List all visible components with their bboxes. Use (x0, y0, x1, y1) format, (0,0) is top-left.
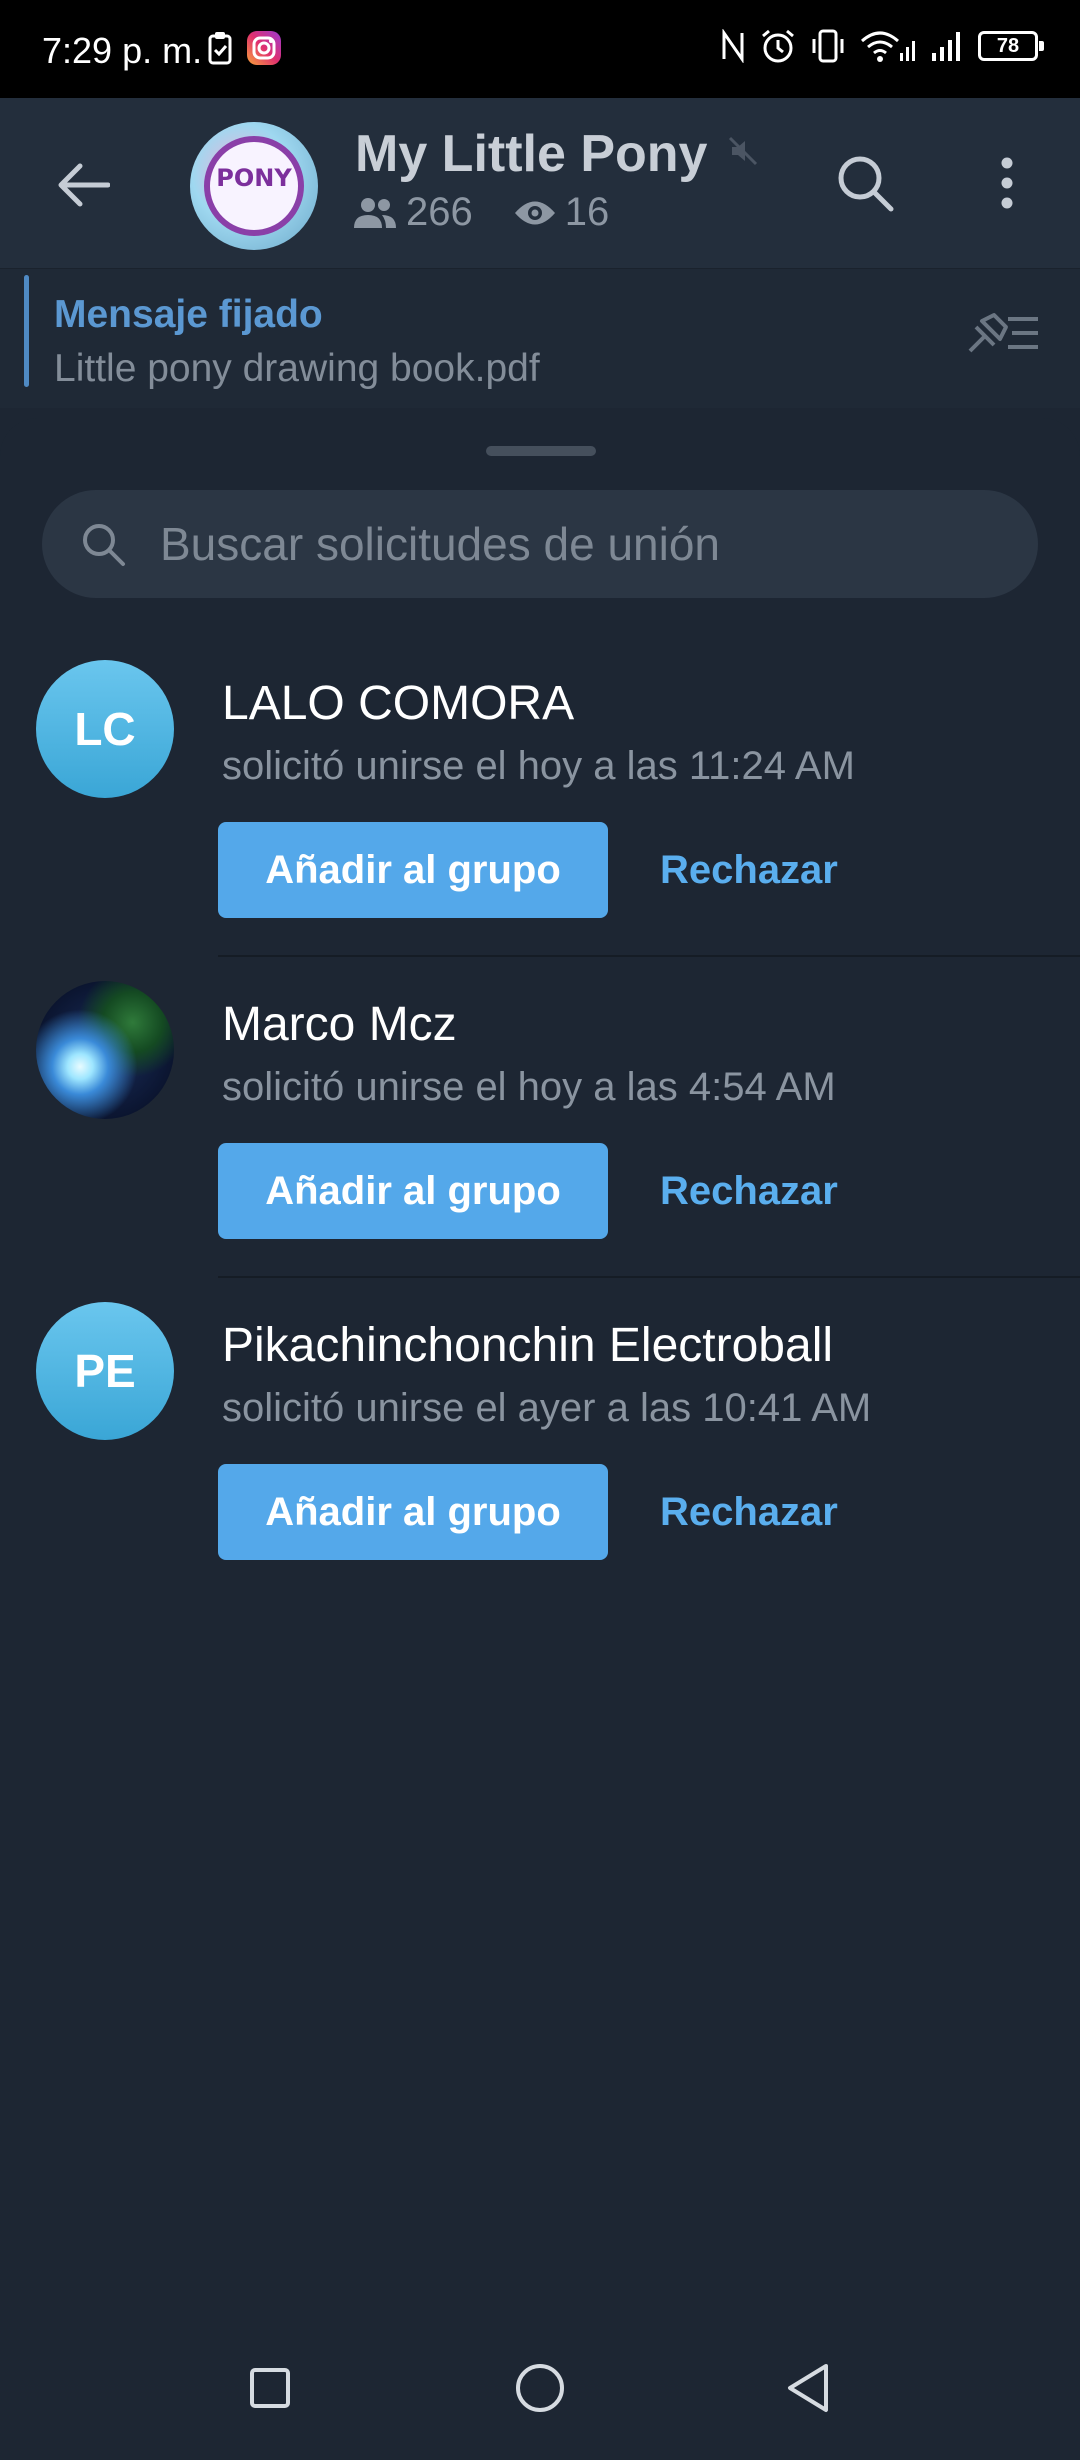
more-vertical-icon (1001, 157, 1013, 209)
divider (218, 955, 1080, 957)
alarm-icon (760, 28, 796, 64)
avatar[interactable] (36, 981, 174, 1119)
join-request-item: Marco Mcz solicitó unirse el hoy a las 4… (0, 981, 1080, 1301)
search-icon (80, 521, 126, 567)
avatar[interactable]: LC (36, 660, 174, 798)
back-arrow-icon (58, 163, 110, 207)
instagram-icon (246, 30, 282, 66)
join-request-item: PE Pikachinchonchin Electroball solicitó… (0, 1302, 1080, 1622)
home-button[interactable] (500, 2348, 580, 2428)
request-time: solicitó unirse el hoy a las 11:24 AM (222, 744, 855, 788)
reject-button[interactable]: Rechazar (660, 1464, 838, 1560)
add-to-group-button[interactable]: Añadir al grupo (218, 1143, 608, 1239)
divider (218, 1276, 1080, 1278)
search-icon (838, 156, 894, 212)
pinned-indicator (24, 275, 29, 387)
request-name: LALO COMORA (222, 677, 575, 730)
pinned-list-icon[interactable] (964, 311, 1040, 362)
clipboard-icon (208, 31, 232, 65)
pinned-text: Little pony drawing book.pdf (54, 347, 540, 390)
join-requests-sheet: LC LALO COMORA solicitó unirse el hoy a … (0, 418, 1080, 2308)
members-icon (354, 197, 396, 228)
screen: 7:29 p. m. 78 PONY My Little Pony 266 16… (0, 0, 1080, 2460)
triangle-back-icon (788, 2364, 828, 2412)
channel-avatar[interactable]: PONY (190, 122, 318, 250)
search-requests-box[interactable] (42, 490, 1038, 598)
request-name: Pikachinchonchin Electroball (222, 1319, 834, 1372)
reject-button[interactable]: Rechazar (660, 1143, 838, 1239)
members-stat: 266 (352, 190, 473, 235)
join-request-item: LC LALO COMORA solicitó unirse el hoy a … (0, 660, 1080, 980)
status-time: 7:29 p. m. (42, 30, 203, 71)
circle-icon (516, 2364, 564, 2412)
vibrate-icon (810, 28, 846, 64)
status-bar: 7:29 p. m. 78 (0, 0, 1080, 98)
header-search-button[interactable] (830, 148, 900, 218)
channel-avatar-logo: PONY (216, 164, 292, 192)
online-count: 16 (564, 190, 610, 234)
eye-icon (514, 201, 555, 224)
wifi-icon (860, 29, 916, 63)
recents-button[interactable] (230, 2348, 310, 2428)
more-options-button[interactable] (972, 148, 1042, 218)
channel-title[interactable]: My Little Pony (355, 124, 707, 184)
back-button[interactable] (48, 150, 118, 220)
request-name: Marco Mcz (222, 998, 457, 1051)
add-to-group-button[interactable]: Añadir al grupo (218, 822, 608, 918)
members-count: 266 (406, 190, 473, 234)
channel-stats: 266 16 (352, 190, 649, 235)
request-time: solicitó unirse el ayer a las 10:41 AM (222, 1386, 872, 1430)
status-right-icons: 78 (720, 28, 1044, 64)
online-stat: 16 (513, 190, 610, 235)
search-requests-input[interactable] (160, 517, 960, 571)
chat-header: PONY My Little Pony 266 16 (0, 98, 1080, 268)
battery-icon: 78 (978, 31, 1044, 61)
sheet-drag-handle[interactable] (486, 446, 596, 456)
pinned-message[interactable]: Mensaje fijado Little pony drawing book.… (0, 268, 1080, 408)
square-icon (250, 2368, 290, 2408)
avatar[interactable]: PE (36, 1302, 174, 1440)
reject-button[interactable]: Rechazar (660, 822, 838, 918)
nfc-icon (720, 29, 746, 63)
status-left-icons (208, 30, 282, 66)
pinned-title: Mensaje fijado (54, 293, 323, 336)
request-time: solicitó unirse el hoy a las 4:54 AM (222, 1065, 836, 1109)
signal-icon (930, 29, 964, 63)
back-nav-button[interactable] (768, 2348, 848, 2428)
mute-icon (728, 136, 758, 171)
system-nav-bar (0, 2308, 1080, 2460)
add-to-group-button[interactable]: Añadir al grupo (218, 1464, 608, 1560)
